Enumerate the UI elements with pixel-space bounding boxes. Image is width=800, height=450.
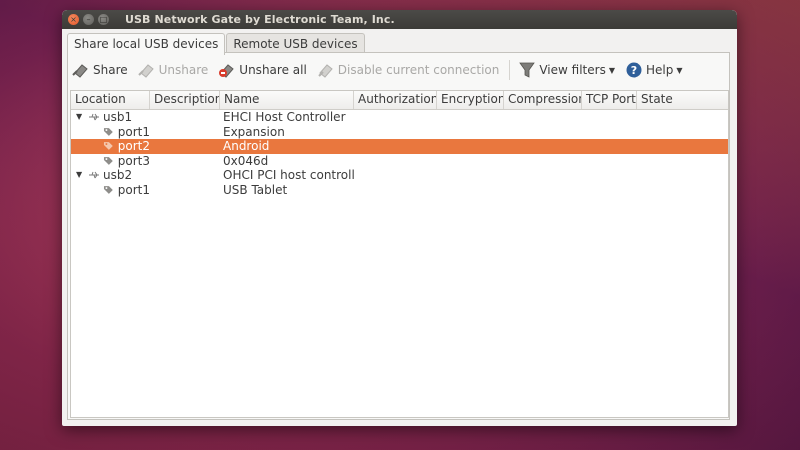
view-filters-button[interactable]: View filters ▼: [518, 62, 615, 78]
location-text: usb1: [103, 110, 133, 125]
help-icon: ?: [626, 62, 642, 78]
share-icon: [72, 64, 88, 78]
disable-connection-icon: [318, 64, 333, 78]
maximize-window-button[interactable]: □: [98, 14, 109, 25]
tab-remote-devices[interactable]: Remote USB devices: [226, 33, 365, 54]
tab-panel: Share Unshare Unshare all Disable curren…: [67, 52, 730, 420]
view-filters-label: View filters: [539, 63, 606, 77]
help-button[interactable]: ? Help ▼: [625, 62, 683, 78]
table-row[interactable]: port3 0x046d: [71, 154, 728, 169]
table-row-selected[interactable]: port2 Android: [71, 139, 728, 154]
column-header-name[interactable]: Name: [220, 91, 354, 109]
window-title: USB Network Gate by Electronic Team, Inc…: [125, 13, 395, 26]
chevron-down-icon: ▼: [676, 65, 683, 75]
table-row[interactable]: ▼ usb2 OHCI PCI host controller: [71, 168, 728, 183]
column-header-compression[interactable]: Compression: [504, 91, 582, 109]
svg-text:?: ?: [631, 64, 637, 77]
close-window-button[interactable]: ×: [68, 14, 79, 25]
usb-hub-icon: [89, 113, 99, 121]
location-text: port1: [117, 182, 150, 197]
location-text: port2: [117, 139, 150, 154]
location-cell: ▼ usb1: [71, 110, 150, 125]
location-cell: ▼ usb2: [71, 168, 150, 183]
column-header-tcp-port[interactable]: TCP Port: [582, 91, 637, 109]
description-cell: [150, 139, 220, 154]
column-header-authorization[interactable]: Authorization: [354, 91, 437, 109]
filter-icon: [519, 62, 536, 78]
unshare-button[interactable]: Unshare: [137, 62, 209, 78]
column-header-state[interactable]: State: [637, 91, 728, 109]
column-header-location[interactable]: Location: [71, 91, 150, 109]
expander-arrow-icon[interactable]: ▼: [76, 110, 86, 124]
name-cell: OHCI PCI host controller: [223, 168, 354, 182]
toolbar: Share Unshare Unshare all Disable curren…: [68, 53, 729, 87]
location-text: port3: [117, 153, 150, 168]
table-row[interactable]: port1 USB Tablet: [71, 183, 728, 198]
description-cell: [150, 183, 220, 198]
disable-connection-button[interactable]: Disable current connection: [317, 62, 500, 78]
location-text: port1: [117, 124, 150, 139]
app-window: × – □ USB Network Gate by Electronic Tea…: [62, 10, 737, 426]
device-table: Location Description Name Authorization …: [70, 90, 729, 418]
expander-arrow-icon[interactable]: ▼: [76, 168, 86, 182]
unshare-all-icon: [219, 64, 235, 78]
tab-share-local[interactable]: Share local USB devices: [67, 33, 226, 55]
chevron-down-icon: ▼: [608, 65, 615, 75]
location-cell: port1: [71, 183, 150, 198]
description-cell: [150, 110, 220, 125]
usb-port-icon: [103, 156, 113, 165]
usb-hub-icon: [89, 171, 99, 179]
name-cell: Expansion: [223, 124, 285, 139]
description-cell: [150, 168, 220, 183]
column-header-description[interactable]: Description: [150, 91, 220, 109]
name-cell: 0x046d: [223, 153, 269, 168]
location-cell: port1: [71, 125, 150, 140]
location-cell: port2: [71, 139, 150, 154]
name-cell: USB Tablet: [223, 182, 288, 197]
unshare-all-button[interactable]: Unshare all: [218, 62, 307, 78]
usb-port-icon: [103, 127, 113, 136]
unshare-icon: [137, 64, 154, 78]
table-row[interactable]: ▼ usb1 EHCI Host Controller: [71, 110, 728, 125]
usb-port-icon: [103, 185, 113, 194]
description-cell: [150, 154, 220, 169]
share-button[interactable]: Share: [72, 62, 128, 78]
description-cell: [150, 125, 220, 140]
usb-port-icon: [103, 142, 113, 151]
help-label: Help: [645, 63, 674, 77]
share-label: Share: [93, 63, 128, 77]
title-bar[interactable]: × – □ USB Network Gate by Electronic Tea…: [62, 10, 737, 29]
table-row[interactable]: port1 Expansion: [71, 125, 728, 140]
unshare-all-label: Unshare all: [239, 63, 307, 77]
toolbar-separator: [509, 60, 511, 80]
tab-bar: Share local USB devices Remote USB devic…: [62, 29, 737, 55]
minimize-window-button[interactable]: –: [83, 14, 94, 25]
disable-connection-label: Disable current connection: [337, 63, 500, 77]
table-header: Location Description Name Authorization …: [71, 91, 728, 110]
unshare-label: Unshare: [158, 63, 209, 77]
name-cell: EHCI Host Controller: [223, 110, 346, 124]
name-cell: Android: [223, 139, 270, 153]
location-text: usb2: [103, 168, 133, 183]
column-header-encryption[interactable]: Encryption: [437, 91, 504, 109]
location-cell: port3: [71, 154, 150, 169]
